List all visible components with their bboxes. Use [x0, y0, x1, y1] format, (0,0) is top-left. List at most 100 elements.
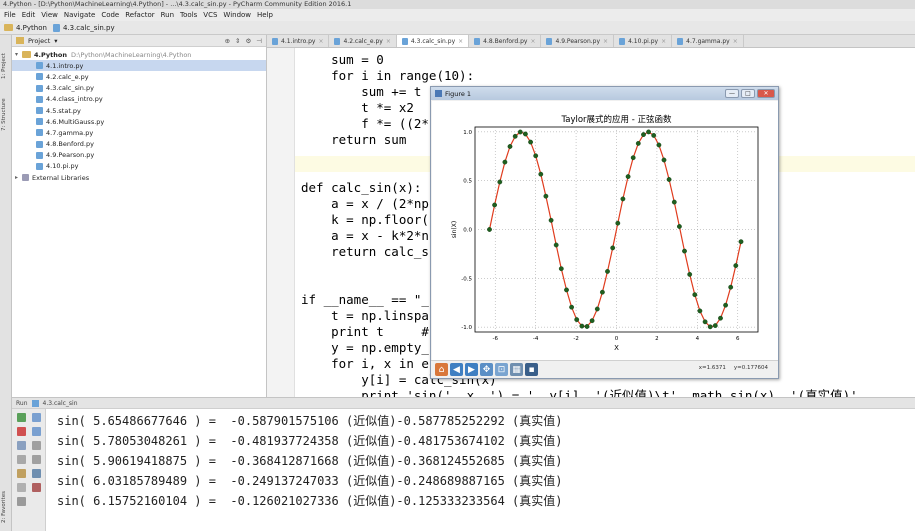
help-icon[interactable]	[17, 497, 26, 506]
pause-icon[interactable]	[17, 441, 26, 450]
menu-item-vcs[interactable]: VCS	[203, 11, 217, 19]
chevron-right-icon[interactable]: ▸	[15, 174, 22, 181]
sine-data-point	[682, 248, 687, 254]
window-title: 4.Python - [D:\Python\MachineLearning\4.…	[0, 0, 915, 9]
sync-icon[interactable]: ⊕	[225, 37, 230, 45]
folder-icon	[4, 24, 13, 31]
save-icon[interactable]: ▪	[525, 363, 538, 376]
figure-titlebar[interactable]: Figure 1 — □ ✕	[431, 87, 778, 100]
hide-icon[interactable]: ⊣	[256, 37, 262, 45]
x-tick-label: 6	[736, 336, 740, 342]
menu-item-run[interactable]: Run	[161, 11, 174, 19]
editor-tab[interactable]: 4.8.Benford.py ×	[469, 35, 542, 47]
console-output-line: sin( 5.90619418875 ) = -0.368412871668 (…	[57, 454, 563, 468]
close-tab-icon[interactable]: ×	[318, 38, 323, 45]
tree-file[interactable]: 4.5.stat.py	[12, 105, 266, 116]
tree-file[interactable]: 4.7.gamma.py	[12, 127, 266, 138]
console-output-line: sin( 5.65486677646 ) = -0.587901575106 (…	[57, 414, 563, 428]
menu-item-edit[interactable]: Edit	[22, 11, 36, 19]
menu-item-window[interactable]: Window	[223, 11, 251, 19]
menu-item-code[interactable]: Code	[101, 11, 119, 19]
editor-tab[interactable]: 4.7.gamma.py ×	[672, 35, 744, 47]
home-icon[interactable]: ⌂	[435, 363, 448, 376]
chevron-down-icon[interactable]: ▾	[54, 37, 57, 45]
print-icon[interactable]	[32, 469, 41, 478]
sine-data-point	[676, 224, 682, 229]
run-console[interactable]: sin( 5.65486677646 ) = -0.587901575106 (…	[46, 409, 915, 531]
forward-icon[interactable]: ▶	[465, 363, 478, 376]
tree-file[interactable]: 4.4.class_intro.py	[12, 94, 266, 105]
close-tab-icon[interactable]: ×	[661, 38, 666, 45]
menu-item-refactor[interactable]: Refactor	[125, 11, 154, 19]
sine-data-point	[641, 132, 646, 137]
chart-title: Taylor展式的应用 - 正弦函数	[560, 114, 672, 125]
editor-tab[interactable]: 4.10.pi.py ×	[614, 35, 673, 47]
maximize-button[interactable]: □	[741, 89, 755, 98]
left-tool-strip: 1: Project 7: Structure 2: Favorites	[0, 35, 12, 531]
breadcrumb-project-label: 4.Python	[16, 23, 47, 32]
tree-file[interactable]: 4.1.intro.py	[12, 60, 266, 72]
sine-data-point	[507, 144, 513, 149]
sine-data-point	[594, 306, 600, 312]
close-tab-icon[interactable]: ×	[386, 38, 391, 45]
sine-data-point	[615, 220, 621, 226]
structure-tool-button[interactable]: 7: Structure	[1, 87, 11, 131]
run-tab-label[interactable]: Run	[16, 400, 28, 407]
editor-tab-label: 4.2.calc_e.py	[343, 37, 383, 45]
back-icon[interactable]: ◀	[450, 363, 463, 376]
favorites-tool-button[interactable]: 2: Favorites	[1, 483, 11, 523]
close-tab-icon[interactable]: ×	[458, 38, 463, 45]
pan-icon[interactable]: ✥	[480, 363, 493, 376]
menu-item-help[interactable]: Help	[257, 11, 273, 19]
collapse-icon[interactable]: ⇕	[235, 37, 240, 45]
tree-file[interactable]: 4.10.pi.py	[12, 161, 266, 172]
scroll-up-icon[interactable]	[32, 413, 41, 422]
tree-file[interactable]: 4.9.Pearson.py	[12, 150, 266, 161]
tree-file[interactable]: 4.2.calc_e.py	[12, 71, 266, 82]
editor-tab[interactable]: 4.1.intro.py ×	[267, 35, 330, 47]
editor-tab[interactable]: 4.3.calc_sin.py ×	[396, 35, 470, 47]
scroll-to-end-icon[interactable]	[32, 455, 41, 464]
code-line: for i, x in e	[301, 356, 429, 371]
pin-icon[interactable]	[17, 469, 26, 478]
folder-icon	[16, 37, 24, 44]
project-tool-button[interactable]: 1: Project	[1, 41, 11, 79]
breadcrumb-file[interactable]: 4.3.calc_sin.py	[52, 23, 115, 32]
menu-item-file[interactable]: File	[4, 11, 16, 19]
plot-canvas[interactable]: -6 -4 -2 0 2 4 6 -1.0 -0.5 0.0 0.5 1.0 Taylor展式的应用 -…	[432, 101, 778, 360]
editor-tab[interactable]: 4.2.calc_e.py ×	[329, 35, 397, 47]
tree-file[interactable]: 4.6.MultiGauss.py	[12, 116, 266, 127]
tree-root[interactable]: ▾ 4.Python D:\Python\MachineLearning\4.P…	[12, 49, 266, 60]
scroll-down-icon[interactable]	[32, 427, 41, 436]
minimize-button[interactable]: —	[725, 89, 739, 98]
python-file-icon	[677, 37, 684, 45]
project-panel-title[interactable]: Project	[28, 37, 50, 45]
menu-item-view[interactable]: View	[41, 11, 58, 19]
chevron-down-icon[interactable]: ▾	[15, 51, 22, 58]
soft-wrap-icon[interactable]	[32, 441, 41, 450]
rerun-icon[interactable]	[17, 413, 26, 422]
zoom-icon[interactable]: ⊡	[495, 363, 508, 376]
stop-icon[interactable]	[17, 427, 26, 436]
sine-data-point	[548, 217, 554, 223]
close-button[interactable]: ✕	[757, 89, 775, 98]
menu-item-tools[interactable]: Tools	[180, 11, 197, 19]
run-config-label: 4.3.calc_sin	[42, 399, 78, 407]
breadcrumb-project[interactable]: 4.Python	[4, 24, 47, 32]
close-tab-icon[interactable]: ×	[603, 38, 608, 45]
close-tab-icon[interactable]: ×	[733, 38, 738, 45]
menu-item-navigate[interactable]: Navigate	[64, 11, 95, 19]
tree-file[interactable]: 4.3.calc_sin.py	[12, 83, 266, 94]
code-line: return sum	[301, 132, 407, 147]
python-file-icon	[474, 37, 481, 45]
clear-icon[interactable]	[32, 483, 41, 492]
sine-data-point	[584, 324, 590, 329]
editor-tab[interactable]: 4.9.Pearson.py ×	[541, 35, 615, 47]
close-icon[interactable]	[17, 483, 26, 492]
dump-threads-icon[interactable]	[17, 455, 26, 464]
gear-icon[interactable]: ⚙	[246, 37, 252, 45]
configure-subplots-icon[interactable]: ▦	[510, 363, 523, 376]
tree-external-libraries[interactable]: ▸ External Libraries	[12, 172, 266, 183]
close-tab-icon[interactable]: ×	[530, 38, 535, 45]
tree-file[interactable]: 4.8.Benford.py	[12, 139, 266, 150]
